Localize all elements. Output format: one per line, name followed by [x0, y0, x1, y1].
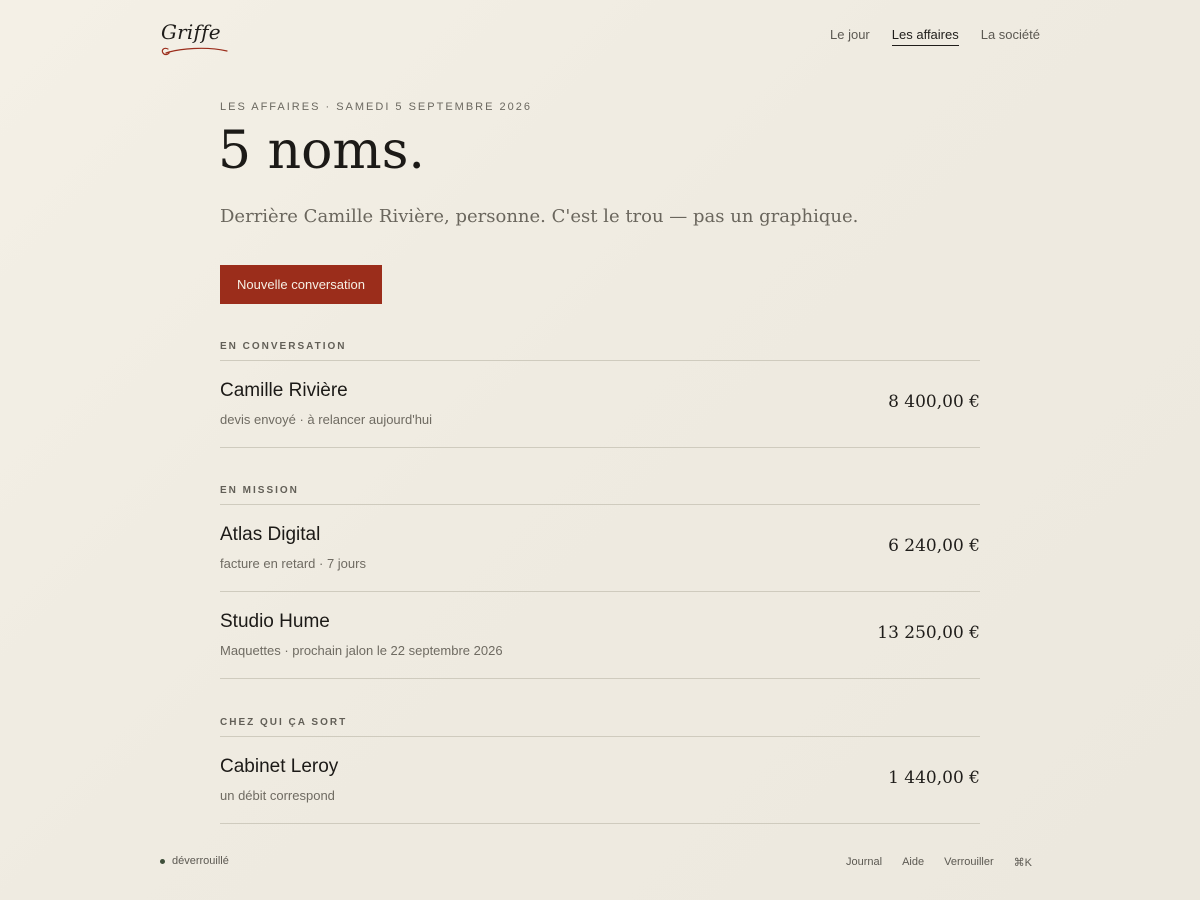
page-kicker: LES AFFAIRES · SAMEDI 5 SEPTEMBRE 2026 — [220, 101, 532, 113]
logo-swash-icon — [161, 47, 228, 56]
command-palette-shortcut[interactable]: ⌘K — [1014, 856, 1032, 869]
new-conversation-button[interactable]: Nouvelle conversation — [220, 265, 382, 304]
footer-nav: Journal Aide Verrouiller ⌘K — [846, 856, 1032, 869]
list-item-studio-hume[interactable]: Studio Hume Maquettes · prochain jalon l… — [220, 592, 980, 679]
section-label: CHEZ QUI ÇA SORT — [220, 716, 980, 737]
client-amount: 1 440,00 € — [888, 768, 980, 788]
client-name: Cabinet Leroy — [220, 756, 339, 777]
client-name: Camille Rivière — [220, 380, 348, 401]
main-nav: Le jour Les affaires La société — [830, 27, 1040, 46]
section-label: EN MISSION — [220, 484, 980, 505]
section-label: EN CONVERSATION — [220, 340, 980, 361]
list-item-camille-riviere[interactable]: Camille Rivière devis envoyé · à relance… — [220, 361, 980, 448]
client-name: Atlas Digital — [220, 524, 321, 545]
griffe-logo[interactable]: Griffe — [160, 18, 240, 62]
nav-item-les-affaires[interactable]: Les affaires — [891, 27, 959, 46]
logo-wordmark: Griffe — [161, 20, 221, 44]
page-title: 5 noms. — [218, 121, 425, 181]
footer-link-verrouiller[interactable]: Verrouiller — [944, 856, 994, 869]
lock-status: déverrouillé — [160, 855, 229, 867]
section-chez-qui-ca-sort: CHEZ QUI ÇA SORT Cabinet Leroy un débit … — [220, 716, 980, 824]
status-dot-icon — [160, 858, 165, 864]
section-en-mission: EN MISSION Atlas Digital facture en reta… — [220, 484, 980, 679]
footer-link-aide[interactable]: Aide — [902, 856, 924, 869]
nav-item-la-societe[interactable]: La société — [981, 27, 1040, 46]
client-amount: 13 250,00 € — [877, 623, 980, 643]
client-amount: 6 240,00 € — [888, 536, 980, 556]
section-en-conversation: EN CONVERSATION Camille Rivière devis en… — [220, 340, 980, 448]
client-name: Studio Hume — [220, 611, 330, 632]
client-note: un débit correspond — [220, 788, 335, 803]
nav-item-le-jour[interactable]: Le jour — [830, 27, 870, 46]
client-amount: 8 400,00 € — [888, 392, 980, 412]
client-note: devis envoyé · à relancer aujourd'hui — [220, 412, 433, 427]
page-subtitle: Derrière Camille Rivière, personne. C'es… — [220, 206, 859, 227]
client-note: facture en retard · 7 jours — [220, 556, 366, 571]
lock-status-label: déverrouillé — [172, 855, 229, 867]
list-item-atlas-digital[interactable]: Atlas Digital facture en retard · 7 jour… — [220, 505, 980, 592]
footer-link-journal[interactable]: Journal — [846, 856, 882, 869]
list-item-cabinet-leroy[interactable]: Cabinet Leroy un débit correspond 1 440,… — [220, 737, 980, 824]
client-note: Maquettes · prochain jalon le 22 septemb… — [220, 643, 503, 658]
